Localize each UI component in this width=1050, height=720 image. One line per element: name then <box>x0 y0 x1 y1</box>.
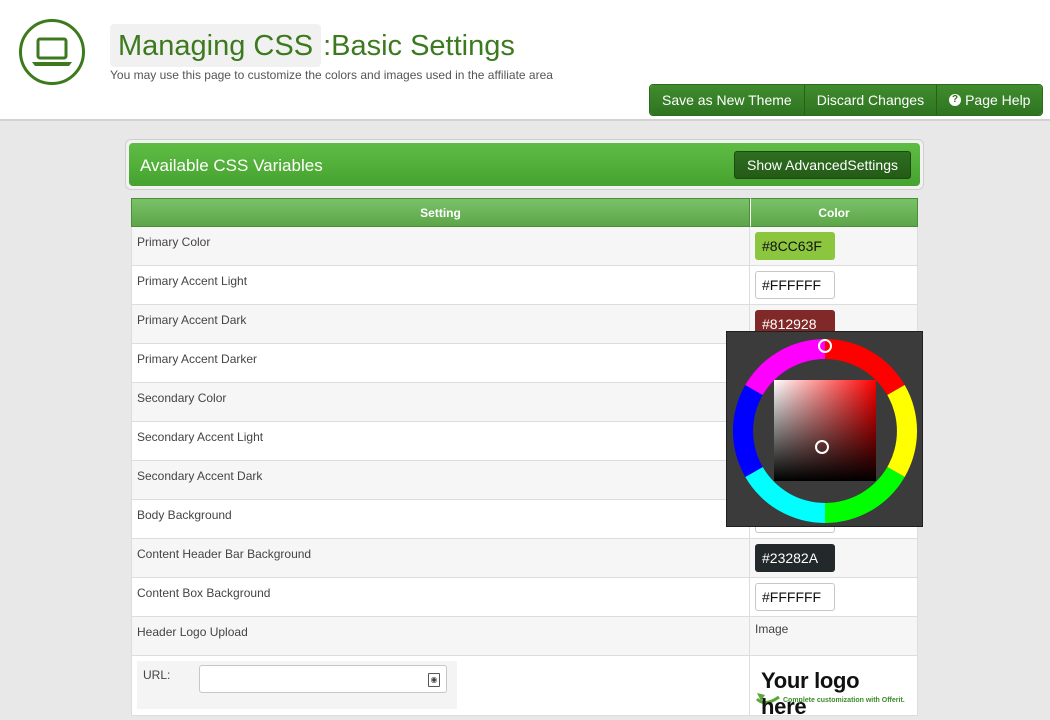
setting-label: Header Logo Upload <box>131 617 750 656</box>
color-value-input[interactable]: #FFFFFF <box>755 271 835 299</box>
table-row: Primary Color #8CC63F <box>131 227 918 266</box>
table-header: Setting Color <box>131 198 918 227</box>
color-value-input[interactable]: #23282A <box>755 544 835 572</box>
color-column-header: Color <box>750 198 918 227</box>
url-label: URL: <box>143 668 171 682</box>
setting-column-header: Setting <box>131 198 750 227</box>
setting-label: Body Background <box>131 500 750 539</box>
setting-type: Image <box>750 617 918 656</box>
color-cell: #23282A <box>750 539 918 578</box>
page-title: Managing CSS :Basic Settings <box>110 24 515 67</box>
panel-header-bar: Available CSS Variables Show AdvancedSet… <box>129 143 920 186</box>
laptop-icon <box>19 19 85 85</box>
saturation-value-square[interactable] <box>774 380 876 481</box>
table-row: Content Box Background #FFFFFF <box>131 578 918 617</box>
show-advanced-settings-button[interactable]: Show AdvancedSettings <box>734 151 911 179</box>
color-value-input[interactable]: #FFFFFF <box>755 583 835 611</box>
table-row: Header Logo Upload Image <box>131 617 918 656</box>
color-cell: #FFFFFF <box>750 266 918 305</box>
logo-url-input[interactable]: ◉ <box>199 665 447 693</box>
logo-preview-tagline: Complete customization with Offerit. <box>783 697 905 704</box>
title-sub: :Basic Settings <box>323 29 515 62</box>
table-row: Content Header Bar Background #23282A <box>131 539 918 578</box>
contact-card-icon[interactable]: ◉ <box>428 673 440 687</box>
logo-upload-cell: URL: ◉ <box>131 656 750 716</box>
setting-label: Secondary Accent Light <box>131 422 750 461</box>
color-value-input[interactable]: #8CC63F <box>755 232 835 260</box>
logo-preview-image: Your logo here Complete customization wi… <box>755 661 910 719</box>
setting-label: Primary Accent Dark <box>131 305 750 344</box>
page-subtitle: You may use this page to customize the c… <box>110 68 553 82</box>
logo-upload-row: URL: ◉ Your logo here Complete customiza… <box>131 656 918 719</box>
setting-label: Primary Accent Darker <box>131 344 750 383</box>
save-as-new-theme-button[interactable]: Save as New Theme <box>650 85 805 115</box>
setting-label: Primary Accent Light <box>131 266 750 305</box>
setting-label: Secondary Accent Dark <box>131 461 750 500</box>
panel-title: Available CSS Variables <box>140 156 323 175</box>
page-help-button[interactable]: ? Page Help <box>937 85 1043 115</box>
action-toolbar: Save as New Theme Discard Changes ? Page… <box>649 84 1044 116</box>
setting-label: Content Header Bar Background <box>131 539 750 578</box>
url-field-group: URL: ◉ <box>137 661 457 709</box>
color-cell: #8CC63F <box>750 227 918 266</box>
setting-label: Secondary Color <box>131 383 750 422</box>
discard-changes-button[interactable]: Discard Changes <box>804 85 938 115</box>
logo-preview-headline: Your logo here <box>761 668 860 719</box>
setting-label: Primary Color <box>131 227 750 266</box>
color-cell: #FFFFFF <box>750 578 918 617</box>
setting-label: Content Box Background <box>131 578 750 617</box>
table-row: Primary Accent Light #FFFFFF <box>131 266 918 305</box>
page-help-label: Page Help <box>965 92 1031 108</box>
title-main: Managing CSS <box>110 24 322 67</box>
color-picker-popup[interactable] <box>726 331 923 527</box>
help-icon: ? <box>949 94 962 106</box>
page-header: Managing CSS :Basic Settings You may use… <box>0 0 1050 121</box>
logo-preview-cell: Your logo here Complete customization wi… <box>750 656 918 719</box>
css-variables-panel: Available CSS Variables Show AdvancedSet… <box>125 139 924 190</box>
